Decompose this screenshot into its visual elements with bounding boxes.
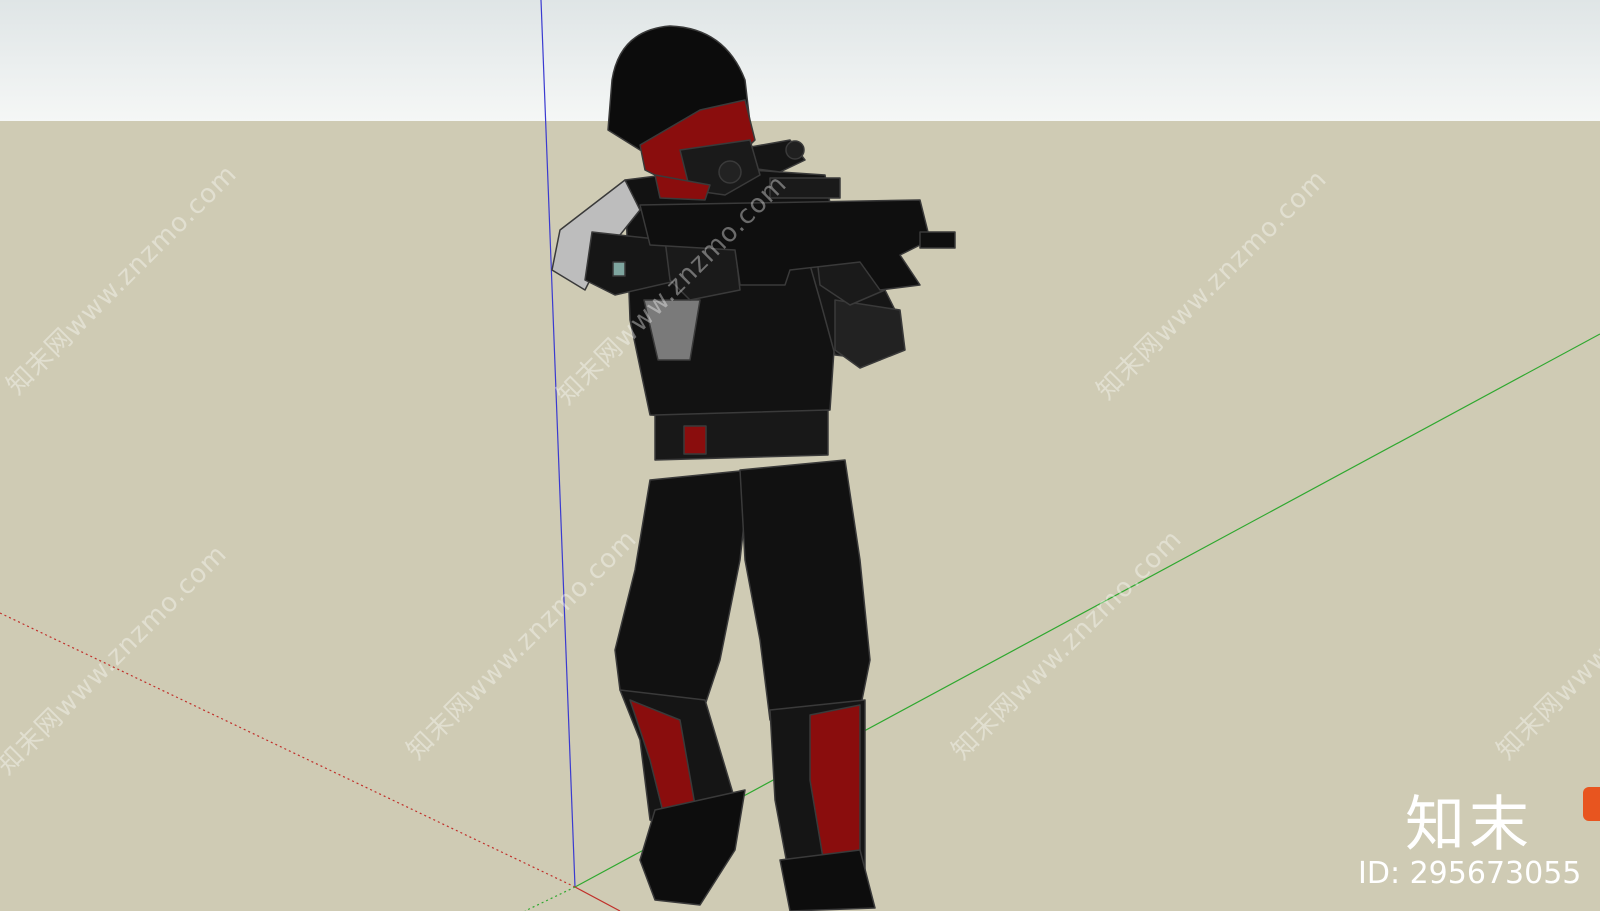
brand-icon: [1583, 787, 1600, 821]
sky: [0, 0, 1600, 121]
3d-scene[interactable]: [0, 0, 1600, 911]
mask-filter: [718, 160, 742, 184]
belt: [654, 409, 829, 461]
right-boot: [779, 849, 876, 911]
sketchup-viewport[interactable]: 知末网www.znzmo.com 知末网www.znzmo.com 知末网www…: [0, 0, 1600, 911]
left-wrist-light: [612, 261, 626, 277]
watermark-logo: 知末: [1405, 790, 1533, 860]
watermark-id: ID: 295673055: [1358, 856, 1582, 891]
belt-buckle: [683, 425, 707, 455]
